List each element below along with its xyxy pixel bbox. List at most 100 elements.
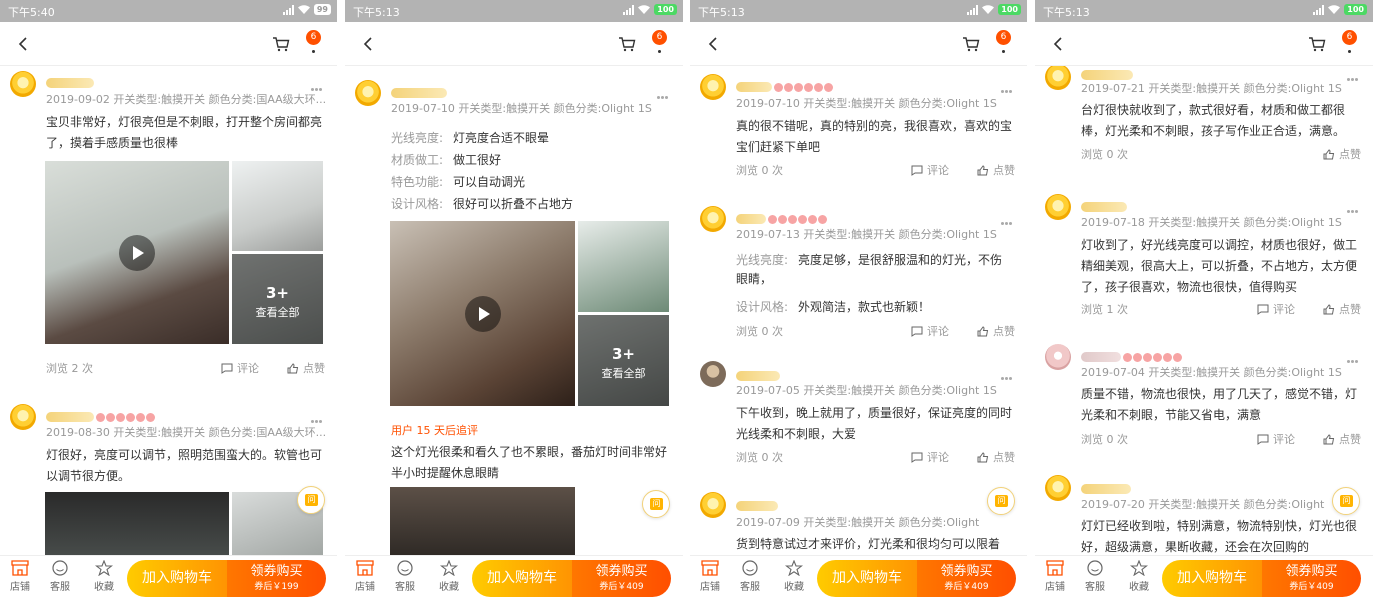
favorite-button[interactable]: 收藏 [1123, 560, 1155, 593]
review-list: 2019-07-21 开关类型:触摸开关 颜色分类:Olight 1S 台灯很快… [1035, 66, 1373, 555]
review-item: 2019-07-10 开关类型:触摸开关 颜色分类:Olight 1S 真的很不… [690, 66, 1027, 191]
view-count: 浏览 1 次 [1081, 303, 1128, 316]
favorite-button[interactable]: 收藏 [778, 560, 810, 593]
review-meta: 2019-07-13 开关类型:触摸开关 颜色分类:Olight 1S [736, 228, 997, 241]
review-text: 灯很好，亮度可以调节，照明范围蛮大的。软管也可以调节很方便。 [46, 448, 323, 483]
avatar [355, 80, 381, 106]
shop-button[interactable]: 店铺 [4, 560, 36, 593]
top-nav: 6 [1035, 22, 1373, 66]
coupon-buy-button[interactable]: 领券购买 券后￥409 [572, 560, 671, 597]
ask-button[interactable]: 问 [1332, 487, 1360, 515]
review-more-icon[interactable] [1001, 78, 1015, 93]
service-button[interactable]: 客服 [734, 560, 766, 593]
review-image[interactable] [390, 487, 575, 555]
coupon-buy-button[interactable]: 领券购买 券后￥199 [227, 560, 326, 597]
avatar [700, 492, 726, 518]
back-arrow-icon[interactable] [1049, 34, 1069, 54]
attribute-row: 设计风格: 外观简洁，款式也新颖！ [736, 300, 931, 314]
review-more-icon[interactable] [1347, 198, 1361, 213]
username-blurred [46, 72, 94, 88]
ask-button[interactable]: 问 [987, 487, 1015, 515]
username-blurred [736, 76, 834, 92]
review-video[interactable] [390, 221, 575, 406]
review-more-icon[interactable] [1347, 348, 1361, 363]
view-count: 浏览 0 次 [1081, 148, 1128, 161]
ask-button[interactable]: 问 [297, 486, 325, 514]
back-arrow-icon[interactable] [14, 34, 34, 54]
coupon-buy-button[interactable]: 领券购买 券后￥409 [1262, 560, 1361, 597]
comment-button[interactable]: 评论 [911, 162, 949, 178]
comment-button[interactable]: 评论 [911, 323, 949, 339]
more-menu-button[interactable]: 6 [1339, 30, 1359, 58]
back-arrow-icon[interactable] [359, 34, 379, 54]
favorite-button[interactable]: 收藏 [433, 560, 465, 593]
review-image-more[interactable]: 3+ 查看全部 [232, 254, 323, 344]
back-arrow-icon[interactable] [704, 34, 724, 54]
shop-button[interactable]: 店铺 [349, 560, 381, 593]
avatar [10, 71, 36, 97]
coupon-buy-button[interactable]: 领券购买 券后￥409 [917, 560, 1016, 597]
more-menu-button[interactable]: 6 [993, 30, 1013, 58]
wifi-icon [1328, 5, 1341, 14]
more-menu-button[interactable]: 6 [303, 30, 323, 58]
review-list: 2019-09-02 开关类型:触摸开关 颜色分类:国AA级大环... 宝贝非常… [0, 66, 337, 555]
like-button[interactable]: 点赞 [977, 449, 1015, 465]
like-button[interactable]: 点赞 [287, 360, 325, 376]
status-time: 下午5:40 [8, 6, 55, 19]
like-button[interactable]: 点赞 [1323, 431, 1361, 447]
review-text: 宝贝非常好，灯很亮但是不刺眼，打开整个房间都亮了，摸着手感质量也很棒 [46, 115, 323, 150]
review-more-icon[interactable] [1001, 365, 1015, 380]
signal-icon [623, 4, 635, 15]
cart-icon[interactable] [961, 34, 981, 54]
service-button[interactable]: 客服 [1079, 560, 1111, 593]
review-image[interactable] [578, 221, 669, 312]
review-text: 质量不错，物流也很快，用了几天了，感觉不错，灯光柔和不刺眼，节能又省电，满意 [1081, 387, 1358, 422]
wifi-icon [638, 5, 651, 14]
comment-button[interactable]: 评论 [1257, 301, 1295, 317]
wifi-icon [982, 5, 995, 14]
cart-icon[interactable] [617, 34, 637, 54]
username-blurred [46, 406, 156, 422]
more-menu-button[interactable]: 6 [649, 30, 669, 58]
add-to-cart-button[interactable]: 加入购物车 [817, 560, 917, 597]
review-more-icon[interactable] [1001, 210, 1015, 225]
review-meta: 2019-07-20 开关类型:触摸开关 颜色分类:Olight 1S [1081, 498, 1325, 511]
review-more-icon[interactable] [1347, 66, 1361, 81]
cart-icon[interactable] [1307, 34, 1327, 54]
avatar [1045, 344, 1071, 370]
review-image[interactable] [45, 492, 229, 555]
favorite-button[interactable]: 收藏 [88, 560, 120, 593]
review-stats: 浏览 0 次 点赞 [1081, 146, 1361, 162]
add-to-cart-button[interactable]: 加入购物车 [1162, 560, 1262, 597]
review-image-more[interactable]: 3+ 查看全部 [578, 315, 669, 406]
review-video[interactable] [45, 161, 229, 344]
bottom-action-bar: 店铺 客服 收藏 加入购物车 领券购买 券后￥409 [1035, 555, 1373, 601]
like-button[interactable]: 点赞 [977, 162, 1015, 178]
review-list: 2019-07-10 开关类型:触摸开关 颜色分类:Olight 1S 真的很不… [690, 66, 1027, 555]
service-button[interactable]: 客服 [389, 560, 421, 593]
shop-button[interactable]: 店铺 [1039, 560, 1071, 593]
shop-button[interactable]: 店铺 [694, 560, 726, 593]
review-more-icon[interactable] [311, 408, 325, 423]
like-button[interactable]: 点赞 [1323, 301, 1361, 317]
review-text: 台灯很快就收到了，款式很好看，材质和做工都很棒，灯光柔和不刺眼，孩子写作业正合适… [1081, 103, 1346, 138]
comment-button[interactable]: 评论 [911, 449, 949, 465]
review-image[interactable] [232, 161, 323, 251]
cart-icon[interactable] [271, 34, 291, 54]
comment-button[interactable]: 评论 [1257, 431, 1295, 447]
comment-button[interactable]: 评论 [221, 360, 259, 376]
like-button[interactable]: 点赞 [1323, 146, 1361, 162]
add-to-cart-button[interactable]: 加入购物车 [472, 560, 572, 597]
like-button[interactable]: 点赞 [977, 323, 1015, 339]
play-icon[interactable] [119, 234, 155, 271]
review-more-icon[interactable] [311, 76, 325, 91]
review-more-icon[interactable] [657, 84, 671, 99]
service-button[interactable]: 客服 [44, 560, 76, 593]
play-icon[interactable] [464, 295, 501, 332]
add-to-cart-button[interactable]: 加入购物车 [127, 560, 227, 597]
review-item: 2019-07-04 开关类型:触摸开关 颜色分类:Olight 1S 质量不错… [1035, 338, 1373, 456]
ask-button[interactable]: 问 [642, 490, 670, 518]
review-meta: 2019-07-09 开关类型:触摸开关 颜色分类:Olight 1S [736, 516, 979, 529]
message-badge: 6 [306, 30, 321, 45]
review-stats: 浏览 2 次 评论 点赞 [46, 360, 325, 376]
